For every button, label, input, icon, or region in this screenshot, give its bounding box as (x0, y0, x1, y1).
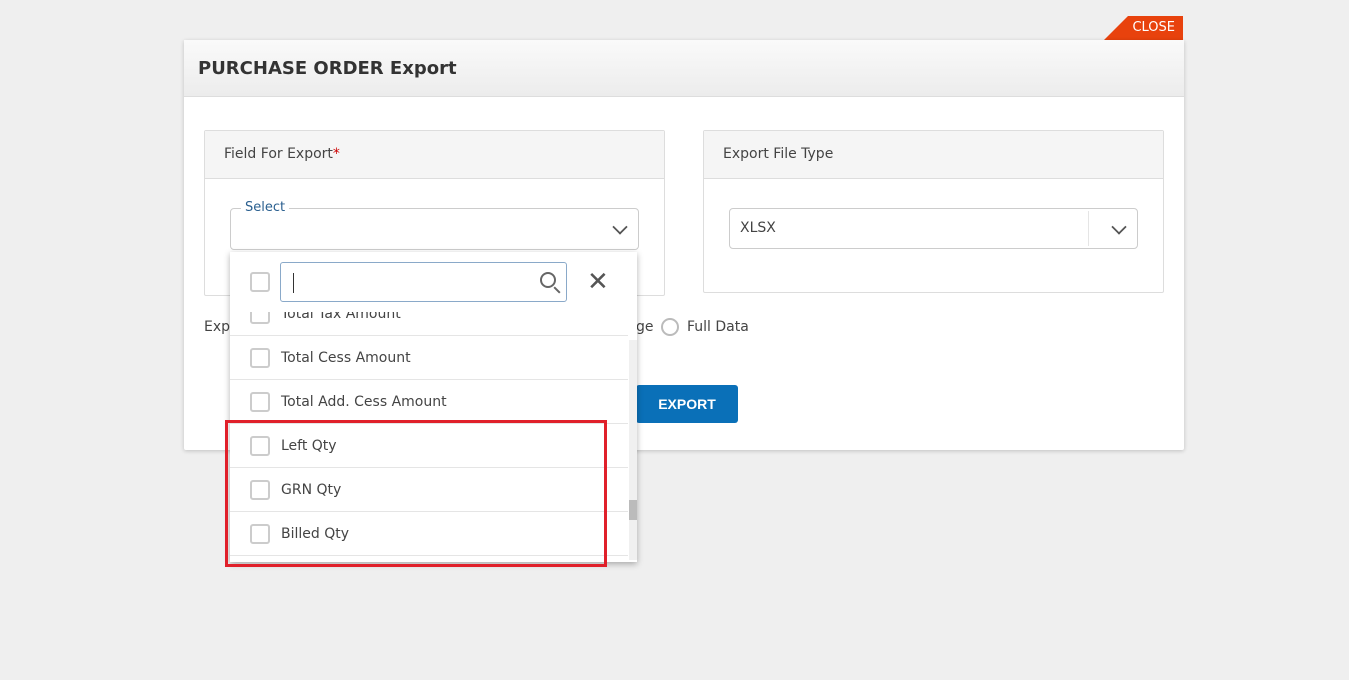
full-data-label: Full Data (687, 319, 749, 335)
chevron-down-icon (1111, 219, 1127, 235)
field-select[interactable]: Select (230, 200, 639, 250)
scrollbar[interactable] (629, 340, 637, 560)
item-label: Total Cess Amount (281, 349, 411, 366)
file-type-select[interactable]: XLSX (729, 208, 1138, 249)
file-type-value: XLSX (740, 220, 776, 236)
modal-title: PURCHASE ORDER Export (184, 40, 1184, 97)
close-icon[interactable]: ✕ (587, 267, 609, 297)
list-item[interactable]: Total Add. Cess Amount (230, 380, 628, 424)
checkbox[interactable] (250, 347, 270, 368)
file-type-panel: Export File Type XLSX (703, 130, 1164, 293)
select-all-checkbox[interactable] (250, 272, 270, 292)
export-option-label: Exp (204, 319, 231, 335)
export-button[interactable]: EXPORT (636, 385, 738, 423)
scrollbar-thumb[interactable] (629, 500, 637, 520)
search-input[interactable] (280, 262, 567, 302)
file-type-title: Export File Type (704, 131, 1163, 179)
field-panel-title: Field For Export (224, 146, 333, 162)
full-data-radio[interactable] (661, 318, 679, 336)
chevron-down-icon (612, 219, 628, 235)
item-label: Total Add. Cess Amount (281, 393, 447, 410)
select-label: Select (241, 200, 290, 215)
close-button[interactable]: CLOSE (1104, 16, 1183, 40)
page-option-label: ge (636, 319, 654, 335)
search-icon (540, 272, 556, 288)
list-item[interactable]: Total Cess Amount (230, 336, 628, 380)
divider (1088, 211, 1089, 246)
checkbox[interactable] (250, 391, 270, 412)
highlight-box (225, 420, 607, 567)
required-mark: * (332, 146, 340, 162)
